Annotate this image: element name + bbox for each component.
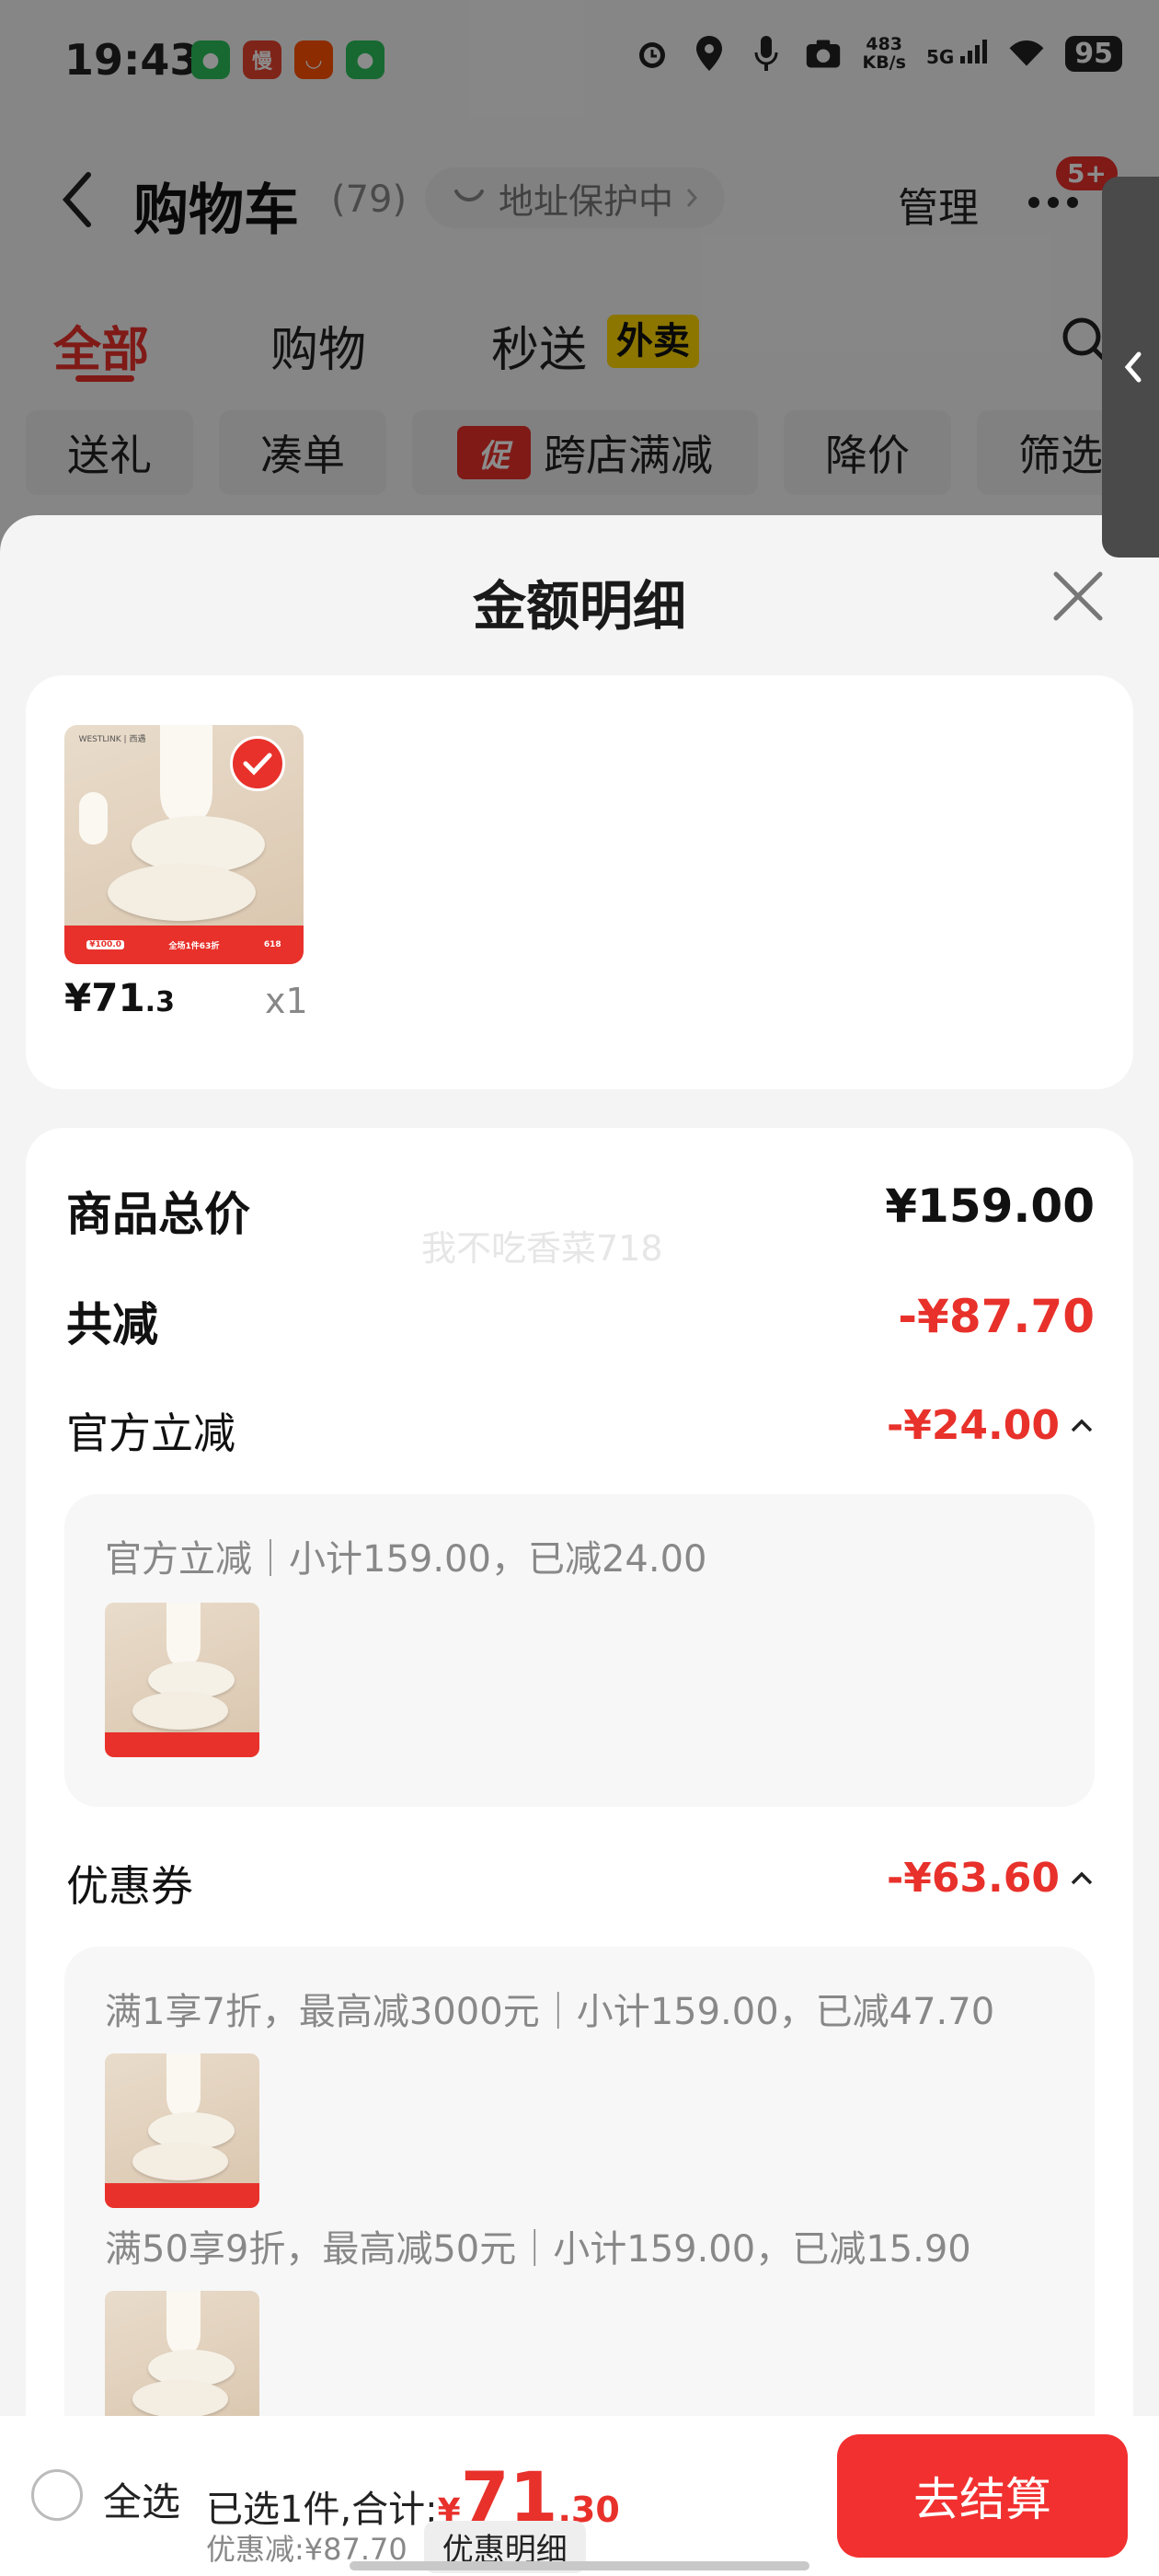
- total-price-label: 商品总价: [66, 1188, 250, 1241]
- sock-leg: [160, 725, 213, 821]
- coupon-detail-text: 满50享9折，最高减50元｜小计159.00，已减15.90: [105, 2228, 971, 2271]
- select-all-label[interactable]: 全选: [103, 2471, 180, 2527]
- sock-leg: [166, 1603, 201, 1665]
- official-discount-toggle[interactable]: -¥24.00: [887, 1402, 1095, 1449]
- total-reduction-value: -¥87.70: [898, 1290, 1095, 1343]
- price-breakdown-card: 我不吃香菜718 商品总价 ¥159.00 共减 -¥87.70 官方立减 -¥…: [26, 1128, 1133, 2576]
- product-price: ¥71.3: [64, 975, 175, 1020]
- shoe-shape: [107, 863, 256, 922]
- close-button[interactable]: [1050, 569, 1106, 624]
- shoe-shape: [132, 2380, 229, 2418]
- promo-text: 全场1件63折: [168, 941, 220, 951]
- checkout-bar: 全选 已选1件,合计: ¥71.30 优惠减:¥87.70 优惠明细 去结算: [0, 2416, 1159, 2576]
- amount-detail-sheet: 金额明细 WESTLINK | 西遇 ¥100.0 全场1件63折 618 ¥7…: [0, 515, 1159, 2576]
- feature-bubble: [78, 791, 108, 845]
- total-reduction-label: 共减: [66, 1298, 158, 1351]
- official-discount-detail-text: 官方立减｜小计159.00，已减24.00: [105, 1538, 707, 1581]
- side-panel-handle[interactable]: [1102, 177, 1159, 558]
- chevron-up-icon: [1071, 1871, 1093, 1884]
- sock-leg: [166, 2053, 201, 2116]
- promo-coupon: ¥100.0: [86, 940, 124, 950]
- home-indicator[interactable]: [350, 2561, 809, 2570]
- sheet-title: 金额明细: [472, 575, 686, 638]
- product-thumbnail: [105, 1603, 259, 1757]
- coupon-label: 优惠券: [66, 1861, 193, 1911]
- promo-strip: [105, 1732, 259, 1757]
- promo-strip: ¥100.0 全场1件63折 618: [64, 926, 304, 964]
- coupon-value: -¥63.60: [886, 1855, 1060, 1902]
- sock-leg: [166, 2291, 201, 2353]
- selected-check-icon[interactable]: [230, 736, 285, 791]
- product-quantity: x1: [265, 981, 308, 1021]
- checkout-button[interactable]: 去结算: [837, 2434, 1128, 2558]
- official-discount-detail: 官方立减｜小计159.00，已减24.00: [64, 1494, 1095, 1807]
- selected-products-card: WESTLINK | 西遇 ¥100.0 全场1件63折 618 ¥71.3 x…: [26, 675, 1133, 1089]
- shoe-photo: [105, 2053, 259, 2208]
- shoe-shape: [132, 2143, 229, 2180]
- official-discount-label: 官方立减: [66, 1409, 235, 1458]
- total-price-value: ¥159.00: [885, 1179, 1095, 1233]
- dim-overlay[interactable]: [0, 0, 1159, 552]
- product-price-int: ¥71: [64, 975, 145, 1020]
- product-price-dec: .3: [144, 986, 175, 1018]
- coupon-detail-text: 满1享7折，最高减3000元｜小计159.00，已减47.70: [105, 1991, 995, 2033]
- promo-618: 618: [263, 940, 281, 950]
- shoe-shape: [132, 1692, 229, 1730]
- product-thumbnail: [105, 2053, 259, 2208]
- chevron-left-small-icon: [1124, 351, 1142, 383]
- shoe-photo: [105, 1603, 259, 1757]
- product-brand: WESTLINK | 西遇: [78, 734, 146, 744]
- close-icon: [1053, 571, 1103, 621]
- promo-strip: [105, 2183, 259, 2208]
- select-all-radio[interactable]: [31, 2469, 83, 2521]
- official-discount-value: -¥24.00: [886, 1402, 1060, 1449]
- coupon-toggle[interactable]: -¥63.60: [887, 1855, 1095, 1902]
- chevron-up-icon: [1071, 1419, 1093, 1432]
- watermark: 我不吃香菜718: [421, 1228, 663, 1269]
